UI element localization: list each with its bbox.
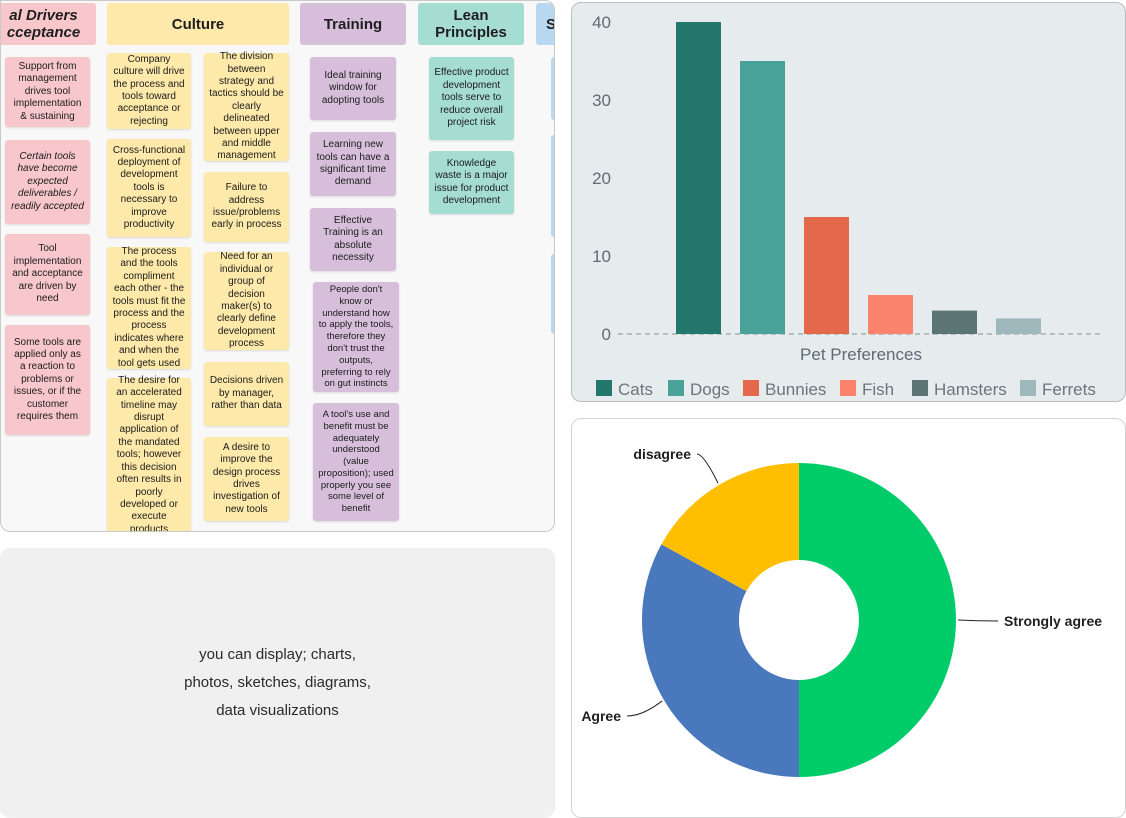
slice-strongly-agree (799, 463, 956, 777)
slice-agree (642, 544, 799, 777)
donut-chart-card: Strongly agree Agree disagree (571, 418, 1126, 818)
y-tick-label: 0 (602, 325, 611, 344)
legend-swatch-hamsters (912, 380, 928, 396)
note-culture-9: A desire to improve the design process d… (204, 437, 289, 521)
slice-label-agree: Agree (581, 708, 621, 724)
note-culture-4: The desire for an accelerated timeline m… (107, 375, 191, 531)
note-training-4: People don't know or understand how to a… (313, 282, 399, 392)
affinity-board-image: al Drivers cceptance Culture Training Le… (0, 0, 555, 532)
legend-swatch-ferrets (1020, 380, 1036, 396)
legend-label-cats: Cats (618, 380, 653, 399)
note-drivers-2: Certain tools have become expected deliv… (5, 140, 90, 224)
y-tick-label: 30 (592, 91, 611, 110)
text-card-body: you can display; charts, photos, sketche… (0, 641, 555, 725)
legend-label-fish: Fish (862, 380, 894, 399)
leader-line-strongly-agree (957, 619, 999, 622)
slice-label-disagree: disagree (633, 446, 691, 462)
legend-swatch-bunnies (743, 380, 759, 396)
legend-label-ferrets: Ferrets (1042, 380, 1096, 399)
y-tick-label: 10 (592, 247, 611, 266)
legend-label-bunnies: Bunnies (765, 380, 826, 399)
note-culture-1: Company culture will drive the process a… (107, 53, 191, 129)
note-s-1 (551, 57, 554, 120)
note-training-1: Ideal training window for adopting tools (310, 57, 396, 120)
legend-swatch-cats (596, 380, 612, 396)
note-training-5: A tool's use and benefit must be adequat… (313, 403, 399, 521)
slice-label-strongly-agree: Strongly agree (1004, 613, 1102, 629)
legend-label-dogs: Dogs (690, 380, 730, 399)
note-culture-3: The process and the tools compliment eac… (107, 246, 191, 369)
donut-chart: Strongly agree Agree disagree (581, 446, 1102, 777)
note-culture-2: Cross-functional deployment of developme… (107, 139, 191, 237)
bar-ferrets (996, 318, 1041, 334)
note-culture-8: Decisions driven by manager, rather than… (204, 362, 289, 426)
text-line-2: photos, sketches, diagrams, (184, 674, 371, 691)
note-culture-6: Failure to address issue/problems early … (204, 172, 289, 242)
bar-chart-card: 0 10 20 30 40 Pet Preferences Cats Dogs Bunnies F… (571, 2, 1126, 402)
y-tick-label: 20 (592, 169, 611, 188)
note-lean-2: Knowledge waste is a major issue for pro… (429, 151, 514, 214)
bar-chart: 0 10 20 30 40 Pet Preferences Cats Dogs Bunnies F… (592, 13, 1102, 399)
bar-bunnies (804, 217, 849, 334)
x-axis-label: Pet Preferences (800, 345, 922, 364)
note-s-2 (551, 135, 554, 237)
text-card: you can display; charts, photos, sketche… (0, 548, 555, 818)
note-training-2: Learning new tools can have a significan… (310, 132, 396, 196)
text-line-3: data visualizations (216, 702, 339, 719)
legend-swatch-fish (840, 380, 856, 396)
legend-label-hamsters: Hamsters (934, 380, 1007, 399)
leader-line-disagree (696, 453, 719, 484)
header-culture: Culture (107, 3, 289, 45)
note-drivers-1: Support from management drives tool impl… (5, 57, 90, 127)
leader-line-agree (626, 700, 663, 717)
header-drivers: al Drivers cceptance (1, 3, 96, 45)
text-line-1: you can display; charts, (199, 646, 356, 663)
note-lean-1: Effective product development tools serv… (429, 57, 514, 140)
note-drivers-3: Tool implementation and acceptance are d… (5, 234, 90, 315)
note-s-3 (551, 254, 554, 334)
bar-hamsters (932, 310, 977, 334)
note-culture-5: The division between strategy and tactic… (204, 51, 289, 161)
note-culture-7: Need for an individual or group of decis… (204, 251, 289, 350)
note-drivers-4: Some tools are applied only as a reactio… (5, 325, 90, 435)
bar-cats (676, 22, 721, 334)
bar-fish (868, 295, 913, 334)
header-s: S (536, 3, 554, 45)
legend-swatch-dogs (668, 380, 684, 396)
note-training-3: Effective Training is an absolute necess… (310, 208, 396, 271)
bar-dogs (740, 61, 785, 334)
y-tick-label: 40 (592, 13, 611, 32)
header-lean: Lean Principles (418, 3, 524, 45)
header-training: Training (300, 3, 406, 45)
